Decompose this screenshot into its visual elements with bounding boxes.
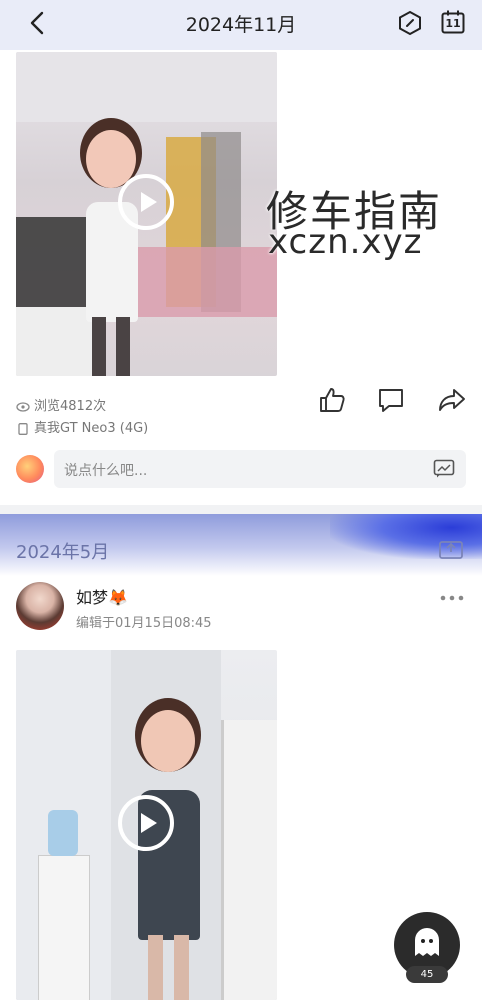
share-box-icon xyxy=(439,541,463,559)
image-comment-icon[interactable] xyxy=(433,459,455,479)
hexagon-badge-icon xyxy=(399,10,421,36)
comment-icon xyxy=(379,389,403,412)
view-count: 浏览4812次 xyxy=(16,395,106,414)
comment-input[interactable]: 说点什么吧... xyxy=(54,450,466,488)
fab-badge: 45 xyxy=(406,966,448,983)
more-dots-icon xyxy=(440,595,464,601)
video-thumbnail[interactable] xyxy=(16,52,277,376)
back-button[interactable] xyxy=(26,10,50,36)
like-icon xyxy=(320,388,345,412)
bed xyxy=(131,247,277,317)
watermark-url: xczn.xyz xyxy=(268,222,423,262)
device-info: 真我GT Neo3 (4G) xyxy=(16,417,148,436)
ghost-mascot-icon xyxy=(415,928,439,956)
chevron-left-icon xyxy=(30,11,44,35)
calendar-button[interactable]: 11 xyxy=(440,9,466,35)
share-button[interactable] xyxy=(437,387,467,417)
figure-head xyxy=(141,710,195,772)
water-dispenser xyxy=(38,855,90,1000)
calendar-day: 11 xyxy=(445,17,461,30)
figure-leg xyxy=(92,317,106,376)
figure-leg xyxy=(116,317,130,376)
device-text: 真我GT Neo3 (4G) xyxy=(34,421,149,436)
section-divider xyxy=(0,505,482,514)
eye-icon xyxy=(16,401,30,412)
ceiling xyxy=(16,52,277,122)
comment-placeholder: 说点什么吧... xyxy=(64,463,148,479)
author-name[interactable]: 如梦🦊 xyxy=(76,584,128,608)
share-icon xyxy=(439,389,465,411)
figure-leg xyxy=(148,935,163,1000)
play-icon[interactable] xyxy=(118,795,174,851)
avatar-figure xyxy=(76,122,146,376)
water-bottle xyxy=(48,810,78,856)
banner-icon-button[interactable] xyxy=(438,538,464,564)
comment-button[interactable] xyxy=(377,387,405,417)
video-thumbnail[interactable] xyxy=(16,650,277,1000)
hexagon-badge-button[interactable] xyxy=(397,10,423,36)
author-avatar[interactable] xyxy=(16,582,64,630)
play-icon[interactable] xyxy=(118,174,174,230)
user-avatar[interactable] xyxy=(16,455,44,483)
doorway xyxy=(221,720,277,1000)
view-count-text: 浏览4812次 xyxy=(34,399,107,414)
edit-time: 编辑于01月15日08:45 xyxy=(76,616,212,631)
phone-icon xyxy=(18,422,28,435)
figure-leg xyxy=(174,935,189,1000)
more-button[interactable] xyxy=(440,587,464,606)
month-title: 2024年5月 xyxy=(16,542,110,563)
like-button[interactable] xyxy=(318,386,346,418)
